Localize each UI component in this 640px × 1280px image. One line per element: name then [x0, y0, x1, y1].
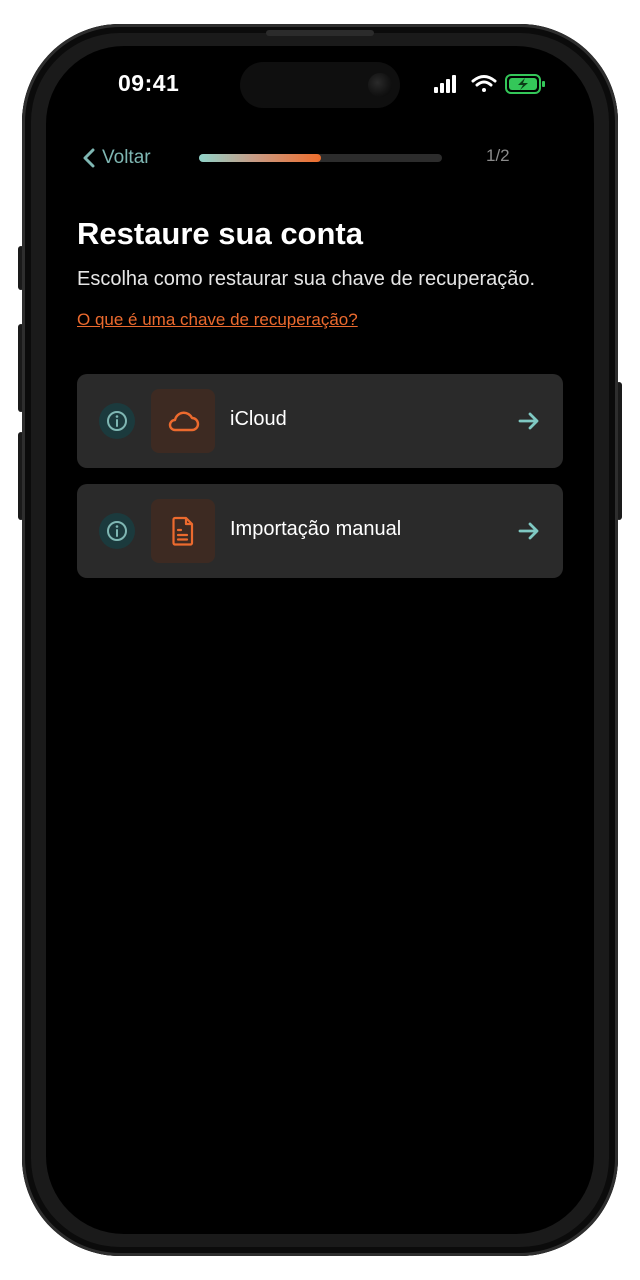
- icon-tile: [151, 499, 215, 563]
- info-icon: [107, 521, 127, 541]
- info-button[interactable]: [99, 403, 135, 439]
- progress-fill: [199, 154, 321, 162]
- step-counter: 1/2: [486, 146, 510, 165]
- option-label: iCloud: [230, 408, 287, 430]
- phone-screen: 09:41 Voltar 1/2 Restaure sua conta Esco: [46, 46, 594, 1234]
- cloud-icon: [168, 411, 200, 432]
- arrow-right-icon: [518, 522, 539, 540]
- option-label: Importação manual: [230, 518, 402, 540]
- page-title: Restaure sua conta: [77, 216, 363, 251]
- icon-tile: [151, 389, 215, 453]
- status-icons: [434, 74, 545, 94]
- signal-icon: [434, 75, 456, 93]
- recovery-key-help-link[interactable]: O que é uma chave de recuperação?: [77, 310, 358, 330]
- battery-icon: [505, 74, 545, 94]
- arrow-right-icon: [518, 412, 539, 430]
- option-icloud[interactable]: iCloud: [77, 374, 563, 468]
- back-button[interactable]: Voltar: [82, 144, 151, 172]
- page-subtitle: Escolha como restaurar sua chave de recu…: [77, 268, 536, 290]
- wifi-icon: [471, 75, 497, 92]
- back-label: Voltar: [102, 147, 151, 168]
- document-icon: [172, 516, 194, 546]
- progress-bar: [199, 154, 442, 162]
- status-time: 09:41: [118, 70, 180, 96]
- info-button[interactable]: [99, 513, 135, 549]
- speaker-grille: [266, 30, 374, 36]
- chevron-left-icon: [83, 148, 95, 168]
- front-camera: [368, 73, 392, 97]
- info-icon: [107, 411, 127, 431]
- option-manual-import[interactable]: Importação manual: [77, 484, 563, 578]
